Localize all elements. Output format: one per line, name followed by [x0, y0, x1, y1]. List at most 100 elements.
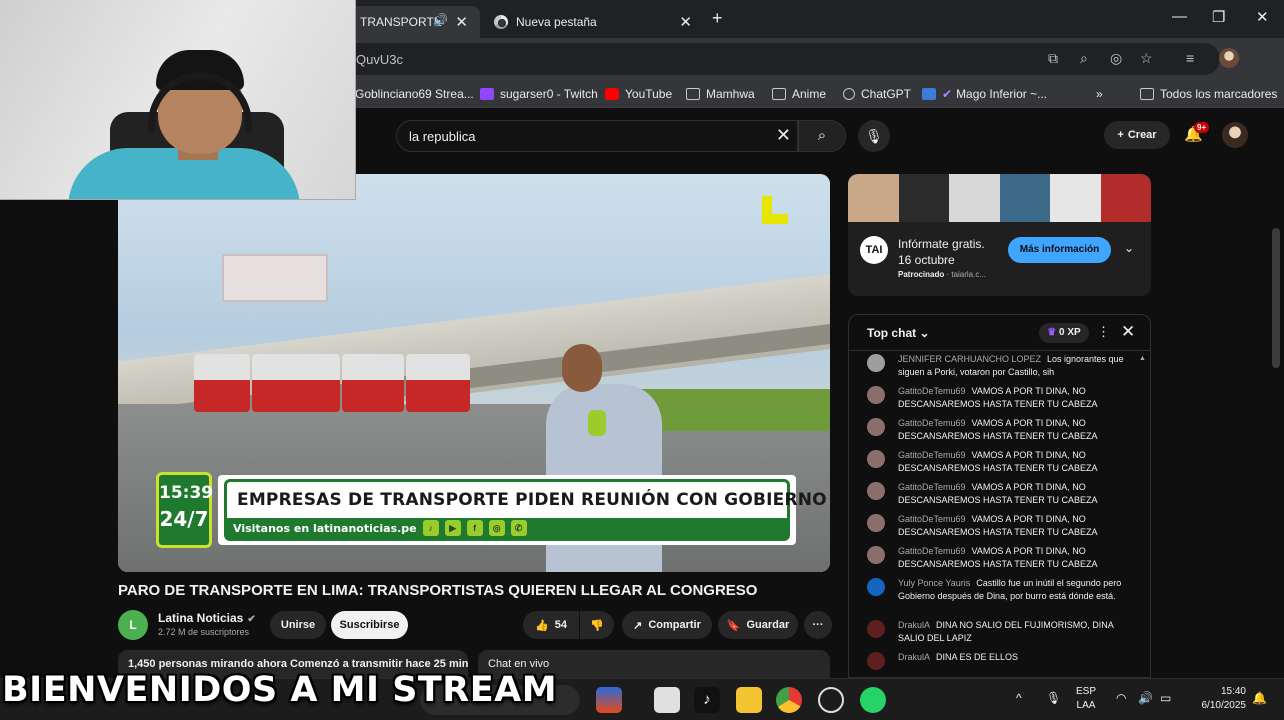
stream-banner: BIENVENIDOS A MI STREAM: [2, 670, 558, 710]
like-button[interactable]: 👍 54: [523, 611, 579, 639]
restore-icon[interactable]: ❐: [1212, 8, 1225, 26]
address-bar[interactable]: QuvU3c ⧉ ⌕ ◎ ☆: [340, 43, 1220, 75]
chat-author[interactable]: Yuly Ponce Yauris: [898, 578, 970, 588]
task-view-icon[interactable]: [654, 687, 680, 713]
visit-text: Visitanos en latinanoticias.pe: [233, 521, 417, 535]
account-avatar[interactable]: [1222, 122, 1248, 148]
video-player[interactable]: 15:39 24/7 EMPRESAS DE TRANSPORTE PIDEN …: [118, 174, 830, 572]
clear-search-icon[interactable]: ✕: [776, 125, 791, 146]
speaker-icon[interactable]: 🔊: [433, 13, 448, 27]
channel-avatar[interactable]: L: [118, 610, 148, 640]
bookmark-item[interactable]: ✔ Mago Inferior ~...: [922, 87, 1047, 101]
bus: [194, 354, 250, 412]
chat-message-body: DrakulA DINA NO SALIO DEL FUJIMORISMO, DI…: [898, 619, 1138, 645]
voice-search-icon[interactable]: 🎙: [858, 120, 890, 152]
bookmark-icon: 🔖: [726, 619, 741, 632]
chat-avatar[interactable]: [867, 482, 885, 500]
instagram-icon: ◎: [488, 520, 505, 536]
ad-banner[interactable]: [848, 174, 1151, 222]
search-button[interactable]: ⌕: [798, 120, 846, 152]
more-icon[interactable]: ⋮: [1097, 324, 1110, 340]
notification-icon[interactable]: 🔔: [1252, 691, 1267, 705]
channel-name[interactable]: Latina Noticias ✔: [158, 611, 256, 625]
chat-avatar[interactable]: [867, 578, 885, 596]
show-hidden-icons[interactable]: ^: [1016, 691, 1022, 705]
chevron-down-icon[interactable]: ⌄: [1124, 241, 1134, 255]
close-window-icon[interactable]: ✕: [1256, 8, 1269, 26]
language-indicator[interactable]: ESP LAA: [1076, 685, 1096, 713]
obs-icon[interactable]: [818, 687, 844, 713]
install-icon[interactable]: ⧉: [1048, 50, 1058, 67]
join-button[interactable]: Unirse: [270, 611, 326, 639]
ad-card[interactable]: TAI Infórmate gratis. 16 octubre Patroci…: [848, 222, 1151, 296]
bookmark-item[interactable]: ChatGPT: [843, 87, 911, 101]
chat-avatar[interactable]: [867, 354, 885, 372]
bookmark-item[interactable]: sugarser0 - Twitch: [480, 87, 598, 101]
chat-mode-dropdown[interactable]: Top chat ⌄: [867, 326, 930, 340]
zoom-icon[interactable]: ⌕: [1080, 50, 1088, 67]
chat-author[interactable]: GatitoDeTemu69: [898, 450, 966, 460]
search-input[interactable]: la republica ✕: [396, 120, 798, 152]
chat-author[interactable]: DrakulA: [898, 620, 930, 630]
tab-active[interactable]: TRANSPORTE 🔊 ✕: [350, 6, 480, 38]
chat-author[interactable]: GatitoDeTemu69: [898, 546, 966, 556]
chat-avatar[interactable]: [867, 418, 885, 436]
bookmark-item[interactable]: Anime: [772, 87, 826, 101]
visit-bar: Visitanos en latinanoticias.pe ♪ ▶ f ◎ ✆: [227, 518, 787, 538]
close-tab-icon[interactable]: ✕: [455, 13, 468, 31]
chat-avatar[interactable]: [867, 546, 885, 564]
create-button[interactable]: + Crear: [1104, 121, 1170, 149]
page-scrollbar[interactable]: [1272, 228, 1280, 368]
media-controls-icon[interactable]: ≡: [1186, 50, 1194, 66]
chat-avatar[interactable]: [867, 652, 885, 670]
ad-tile: [999, 174, 1050, 222]
close-tab-icon[interactable]: ✕: [679, 13, 692, 31]
chat-author[interactable]: GatitoDeTemu69: [898, 386, 966, 396]
game-app-icon[interactable]: [596, 687, 622, 713]
bus: [252, 354, 340, 412]
system-clock[interactable]: 15:40 6/10/2025: [1190, 685, 1247, 713]
minimize-icon[interactable]: —: [1172, 8, 1187, 25]
chat-author[interactable]: GatitoDeTemu69: [898, 482, 966, 492]
microphone-icon[interactable]: 🎙: [1046, 691, 1061, 705]
tracking-off-icon[interactable]: ◎: [1110, 50, 1122, 67]
bookmark-item[interactable]: Goblinciano69 Strea...: [355, 87, 474, 101]
chat-author[interactable]: GatitoDeTemu69: [898, 514, 966, 524]
new-tab-button[interactable]: +: [712, 8, 723, 29]
file-explorer-icon[interactable]: [736, 687, 762, 713]
bookmarks-overflow[interactable]: »: [1096, 87, 1103, 101]
bookmark-item[interactable]: YouTube: [605, 87, 672, 101]
folder-icon: [1140, 88, 1154, 100]
tab-new[interactable]: Nueva pestaña ✕: [484, 6, 704, 38]
dislike-button[interactable]: 👎: [580, 611, 614, 639]
chat-author[interactable]: DrakulA: [898, 652, 930, 662]
chat-author[interactable]: JENNIFER CARHUANCHO LOPEZ: [898, 354, 1041, 364]
all-bookmarks[interactable]: Todos los marcadores: [1140, 87, 1277, 101]
chat-avatar[interactable]: [867, 514, 885, 532]
chat-author[interactable]: GatitoDeTemu69: [898, 418, 966, 428]
chat-avatar[interactable]: [867, 620, 885, 638]
save-button[interactable]: 🔖 Guardar: [718, 611, 798, 639]
chat-message-body: DrakulA DINA ES DE ELLOS: [898, 651, 1138, 664]
profile-avatar[interactable]: [1219, 48, 1239, 68]
more-actions-button[interactable]: ···: [804, 611, 832, 639]
close-icon[interactable]: ✕: [1121, 322, 1135, 342]
chevron-down-icon: ⌄: [919, 326, 930, 340]
share-button[interactable]: ↗ Compartir: [622, 611, 712, 639]
chat-scrollbar[interactable]: [1139, 355, 1146, 675]
wifi-icon[interactable]: ◠: [1116, 691, 1126, 705]
whatsapp-icon[interactable]: [860, 687, 886, 713]
bookmark-item[interactable]: Mamhwa: [686, 87, 755, 101]
whatsapp-icon: ✆: [510, 520, 527, 536]
learn-more-button[interactable]: Más información: [1008, 237, 1111, 263]
grass: [638, 389, 830, 431]
bookmark-star-icon[interactable]: ☆: [1140, 50, 1153, 67]
chat-avatar[interactable]: [867, 386, 885, 404]
xp-badge[interactable]: ♛ 0 XP: [1039, 323, 1089, 343]
chrome-icon[interactable]: [776, 687, 802, 713]
battery-icon[interactable]: ▭: [1160, 691, 1171, 705]
volume-icon[interactable]: 🔊: [1138, 691, 1153, 705]
subscribe-button[interactable]: Suscribirse: [331, 611, 408, 639]
chat-avatar[interactable]: [867, 450, 885, 468]
tiktok-icon[interactable]: ♪: [694, 687, 720, 713]
